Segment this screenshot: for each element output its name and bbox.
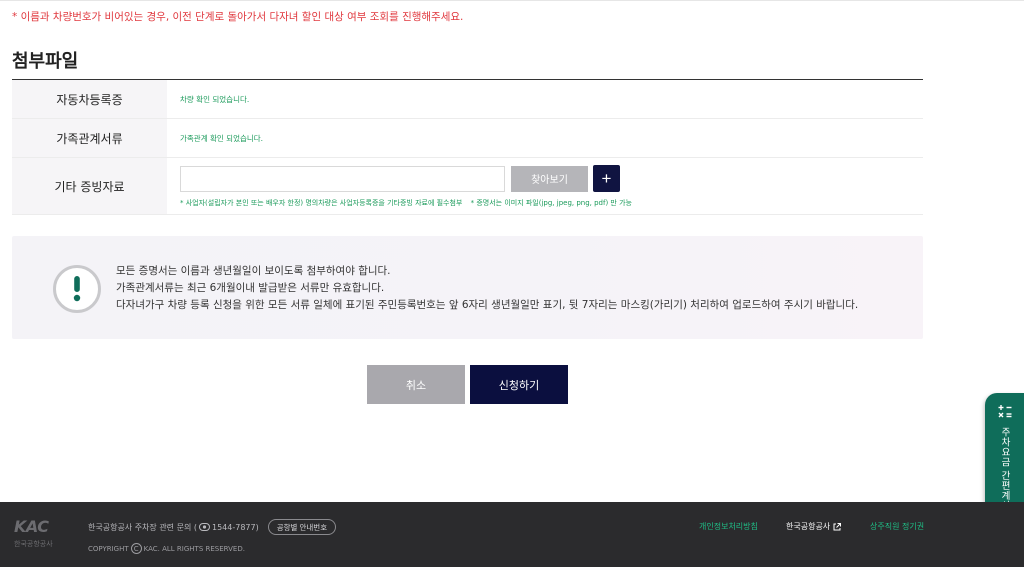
hint-text: * 사업자(설립자가 본인 또는 배우자 한정) 명의차량은 사업자등록증을 기… xyxy=(180,199,463,207)
status-text: 차량 확인 되었습니다. xyxy=(180,94,250,104)
phone-icon xyxy=(198,523,210,531)
table-row: 가족관계서류 가족관계 확인 되었습니다. xyxy=(12,119,923,158)
upload-hints: * 사업자(설립자가 본인 또는 배우자 한정) 명의차량은 사업자등록증을 기… xyxy=(180,198,632,208)
copyright-symbol: C xyxy=(130,543,142,554)
file-path-input[interactable] xyxy=(180,165,505,192)
kac-home-link[interactable]: 한국공항공사 xyxy=(786,521,842,532)
contact-suffix: ) xyxy=(255,522,259,532)
status-text: 가족관계 확인 되었습니다. xyxy=(180,133,264,143)
info-line: 모든 증명서는 이름과 생년월일이 보이도록 첨부하여야 합니다. xyxy=(116,265,391,277)
logo-subtitle: 한국공항공사 xyxy=(14,540,53,548)
footer-contact: 한국공항공사 주차장 관련 문의 ( 1544-7877 ) 공항별 안내번호 xyxy=(88,519,337,535)
add-file-button[interactable]: + xyxy=(593,165,620,192)
copyright-suffix: KAC. ALL RIGHTS RESERVED. xyxy=(143,544,245,553)
calculator-icon xyxy=(998,405,1012,418)
submit-button[interactable]: 신청하기 xyxy=(470,365,568,404)
copyright-prefix: COPYRIGHT xyxy=(88,544,129,553)
top-border xyxy=(0,0,1024,1)
row-label: 자동차등록증 xyxy=(12,80,167,118)
table-row: 기타 증빙자료 찾아보기 + * 사업자(설립자가 본인 또는 배우자 한정) … xyxy=(12,158,923,215)
info-text: 모든 증명서는 이름과 생년월일이 보이도록 첨부하여야 합니다. 가족관계서류… xyxy=(116,263,858,314)
notice-text: * 이름과 차량번호가 비어있는 경우, 이전 단계로 돌아가서 다자녀 할인 … xyxy=(12,11,464,23)
kac-link-label: 한국공항공사 xyxy=(786,522,831,531)
info-line: 다자녀가구 차량 등록 신청을 위한 모든 서류 일체에 표기된 주민등록번호는… xyxy=(116,299,859,311)
row-value: 차량 확인 되었습니다. xyxy=(167,80,923,118)
widget-label: 주차요금 간편계산 xyxy=(999,427,1010,511)
section-title: 첨부파일 xyxy=(12,51,79,72)
season-pass-link[interactable]: 상주직원 정기권 xyxy=(870,521,924,532)
row-value: 찾아보기 + * 사업자(설립자가 본인 또는 배우자 한정) 명의차량은 사업… xyxy=(167,158,923,214)
row-value: 가족관계 확인 되었습니다. xyxy=(167,119,923,157)
hint-text: * 증명서는 이미지 파일(jpg, jpeg, png, pdf) 만 가능 xyxy=(470,199,632,207)
copyright: COPYRIGHT C KAC. ALL RIGHTS RESERVED. xyxy=(88,543,245,554)
footer: KAC 한국공항공사 한국공항공사 주차장 관련 문의 ( 1544-7877 … xyxy=(0,502,1024,567)
cancel-button[interactable]: 취소 xyxy=(367,365,465,404)
browse-button[interactable]: 찾아보기 xyxy=(511,165,588,192)
row-label: 기타 증빙자료 xyxy=(12,158,167,214)
info-line: 가족관계서류는 최근 6개월이내 발급받은 서류만 유효합니다. xyxy=(116,282,385,294)
contact-phone: 1544-7877 xyxy=(211,522,256,532)
airport-contacts-button[interactable]: 공항별 안내번호 xyxy=(267,519,337,535)
attachment-table: 자동차등록증 차량 확인 되었습니다. 가족관계서류 가족관계 확인 되었습니다… xyxy=(12,80,923,215)
external-link-icon xyxy=(833,522,842,530)
table-row: 자동차등록증 차량 확인 되었습니다. xyxy=(12,80,923,119)
info-box: 모든 증명서는 이름과 생년월일이 보이도록 첨부하여야 합니다. 가족관계서류… xyxy=(12,236,923,339)
file-upload-line: 찾아보기 + xyxy=(180,165,620,192)
row-label: 가족관계서류 xyxy=(12,119,167,157)
privacy-policy-link[interactable]: 개인정보처리방침 xyxy=(699,521,758,532)
exclamation-icon xyxy=(53,265,101,313)
logo-mark: KAC xyxy=(14,517,49,536)
kac-logo: KAC 한국공항공사 xyxy=(14,519,74,555)
contact-prefix: 한국공항공사 주차장 관련 문의 ( xyxy=(88,522,197,532)
